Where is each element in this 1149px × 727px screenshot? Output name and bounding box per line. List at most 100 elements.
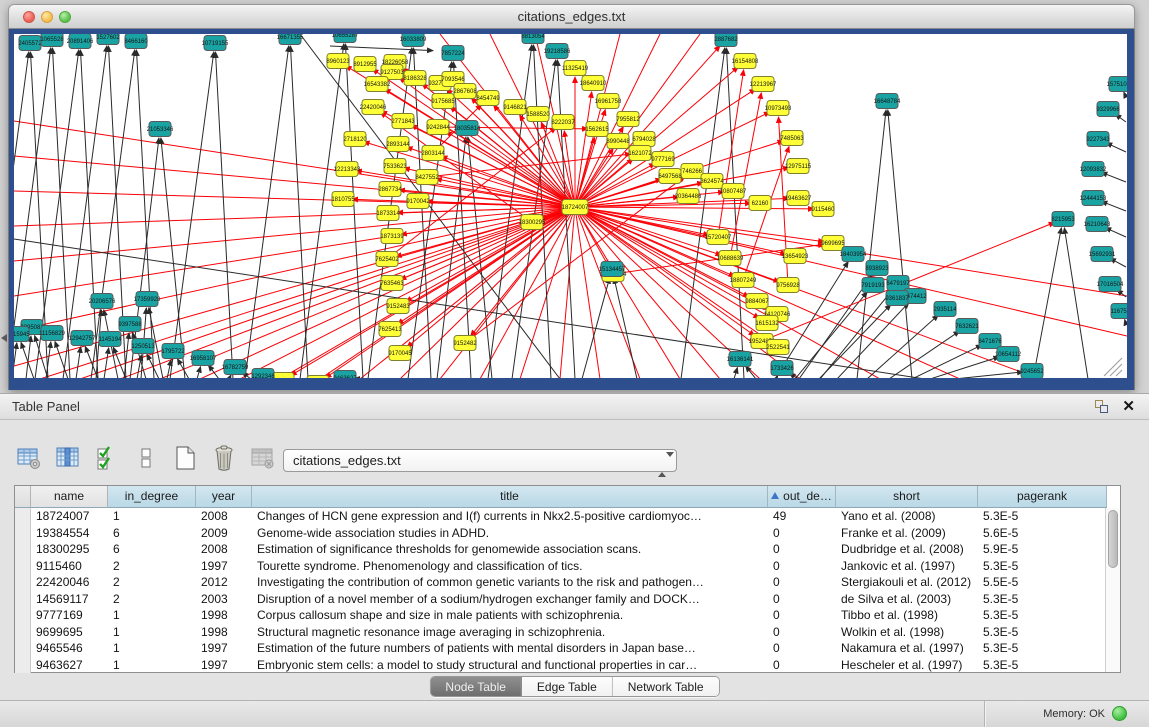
table-row[interactable]: 1938455462009Genome-wide association stu… bbox=[15, 525, 1120, 542]
cell-year[interactable]: 1998 bbox=[196, 607, 252, 624]
graph-edge[interactable] bbox=[446, 132, 575, 207]
cell-short[interactable]: Nakamura et al. (1997) bbox=[836, 640, 978, 657]
column-header-title[interactable]: title bbox=[252, 486, 768, 508]
graph-edge[interactable] bbox=[888, 110, 912, 378]
cell-name[interactable]: 18724007 bbox=[31, 508, 108, 525]
graph-edge[interactable] bbox=[746, 366, 756, 378]
table-row[interactable]: 2242004622012Investigating the contribut… bbox=[15, 574, 1120, 591]
close-panel-icon[interactable]: ✕ bbox=[1122, 397, 1135, 415]
graph-node[interactable] bbox=[307, 376, 329, 379]
cell-pagerank[interactable]: 5.3E-5 bbox=[978, 591, 1107, 608]
cell-title[interactable]: Tourette syndrome. Phenomenology and cla… bbox=[252, 558, 768, 575]
cell-name[interactable]: 9115460 bbox=[31, 558, 108, 575]
cell-short[interactable]: Tibbo et al. (1998) bbox=[836, 607, 978, 624]
cell-in_degree[interactable]: 6 bbox=[108, 541, 196, 558]
graph-edge[interactable] bbox=[718, 70, 744, 237]
cell-out_degree[interactable]: 0 bbox=[768, 525, 836, 542]
graph-edge[interactable] bbox=[954, 372, 1023, 378]
graph-edge[interactable] bbox=[889, 331, 960, 378]
scrollbar-thumb[interactable] bbox=[1108, 510, 1118, 568]
select-all-icon[interactable] bbox=[92, 444, 122, 472]
table-settings-icon[interactable] bbox=[14, 444, 44, 472]
graph-edge[interactable] bbox=[1101, 201, 1126, 211]
graph-edge[interactable] bbox=[575, 34, 620, 207]
graph-edge[interactable] bbox=[197, 367, 201, 378]
cell-in_degree[interactable]: 1 bbox=[108, 624, 196, 641]
cell-year[interactable]: 1997 bbox=[196, 657, 252, 674]
new-table-icon[interactable] bbox=[170, 444, 200, 472]
graph-edge[interactable] bbox=[575, 207, 680, 378]
graph-edge[interactable] bbox=[208, 365, 219, 378]
cell-title[interactable]: Estimation of significance thresholds fo… bbox=[252, 541, 768, 558]
cell-in_degree[interactable]: 2 bbox=[108, 591, 196, 608]
graph-edge[interactable] bbox=[734, 368, 737, 378]
graph-edge[interactable] bbox=[290, 46, 308, 378]
cell-short[interactable]: de Silva et al. (2003) bbox=[836, 591, 978, 608]
memory-ok-indicator[interactable] bbox=[1112, 706, 1127, 721]
cell-out_degree[interactable]: 0 bbox=[768, 607, 836, 624]
cell-out_degree[interactable]: 0 bbox=[768, 574, 836, 591]
cell-in_degree[interactable]: 6 bbox=[108, 525, 196, 542]
graph-edge[interactable] bbox=[407, 207, 575, 347]
cell-name[interactable]: 18300295 bbox=[31, 541, 108, 558]
cell-pagerank[interactable]: 5.3E-5 bbox=[978, 657, 1107, 674]
cell-in_degree[interactable]: 1 bbox=[108, 607, 196, 624]
cell-pagerank[interactable]: 5.9E-5 bbox=[978, 541, 1107, 558]
table-row[interactable]: 977716911998Corpus callosum shape and si… bbox=[15, 607, 1120, 624]
graph-edge[interactable] bbox=[930, 357, 999, 378]
table-row[interactable]: 1872400712008Changes of HCN gene express… bbox=[15, 508, 1120, 525]
cell-pagerank[interactable]: 5.3E-5 bbox=[978, 607, 1107, 624]
graph-edge[interactable] bbox=[345, 44, 363, 378]
cell-year[interactable]: 2012 bbox=[196, 574, 252, 591]
cell-out_degree[interactable]: 0 bbox=[768, 558, 836, 575]
column-header-in_degree[interactable]: in_degree bbox=[108, 486, 196, 508]
cell-out_degree[interactable]: 0 bbox=[768, 541, 836, 558]
window-titlebar[interactable]: citations_edges.txt bbox=[8, 4, 1135, 29]
cell-short[interactable]: Franke et al. (2009) bbox=[836, 525, 978, 542]
graph-edge[interactable] bbox=[582, 278, 610, 378]
cell-year[interactable]: 1998 bbox=[196, 624, 252, 641]
graph-edge[interactable] bbox=[80, 50, 98, 378]
cell-name[interactable]: 14569117 bbox=[31, 591, 108, 608]
cell-short[interactable]: Dudbridge et al. (2008) bbox=[836, 541, 978, 558]
rows-icon[interactable] bbox=[131, 444, 161, 472]
zoom-window-button[interactable] bbox=[59, 11, 71, 23]
cell-title[interactable]: Corpus callosum shape and size in male p… bbox=[252, 607, 768, 624]
graph-edge[interactable] bbox=[614, 278, 637, 378]
cell-short[interactable]: Jankovic et al. (1997) bbox=[836, 558, 978, 575]
minimize-window-button[interactable] bbox=[41, 11, 53, 23]
select-columns-icon[interactable] bbox=[53, 444, 83, 472]
column-header-out_degree[interactable]: out_de… bbox=[768, 486, 836, 508]
graph-edge[interactable] bbox=[300, 44, 344, 378]
cell-in_degree[interactable]: 2 bbox=[108, 574, 196, 591]
cell-name[interactable]: 9699695 bbox=[31, 624, 108, 641]
column-header-short[interactable]: short bbox=[836, 486, 978, 508]
cell-title[interactable]: Structural magnetic resonance image aver… bbox=[252, 624, 768, 641]
graph-edge[interactable] bbox=[161, 138, 185, 378]
graph-edge[interactable] bbox=[867, 315, 938, 378]
network-canvas[interactable]: 8960123891295518226058912750316543382818… bbox=[14, 34, 1127, 378]
graph-edge[interactable] bbox=[21, 342, 34, 378]
cell-out_degree[interactable]: 49 bbox=[768, 508, 836, 525]
graph-edge[interactable] bbox=[857, 110, 886, 378]
column-header-year[interactable]: year bbox=[196, 486, 252, 508]
graph-edge[interactable] bbox=[1033, 228, 1061, 378]
graph-edge[interactable] bbox=[76, 347, 81, 378]
cell-year[interactable]: 1997 bbox=[196, 558, 252, 575]
cell-name[interactable]: 19384554 bbox=[31, 525, 108, 542]
cell-name[interactable]: 9465546 bbox=[31, 640, 108, 657]
cell-year[interactable]: 2003 bbox=[196, 591, 252, 608]
graph-edge[interactable] bbox=[1125, 320, 1126, 324]
cell-short[interactable]: Hescheler et al. (1997) bbox=[836, 657, 978, 674]
graph-edge[interactable] bbox=[730, 93, 761, 258]
cell-title[interactable]: Changes of HCN gene expression and I(f) … bbox=[252, 508, 768, 525]
graph-edge[interactable] bbox=[14, 343, 17, 378]
delete-table-icon[interactable] bbox=[209, 444, 239, 472]
cell-name[interactable]: 9777169 bbox=[31, 607, 108, 624]
graph-edge[interactable] bbox=[1124, 92, 1126, 97]
cell-pagerank[interactable]: 5.3E-5 bbox=[978, 624, 1107, 641]
table-selector-dropdown[interactable]: citations_edges.txt bbox=[283, 449, 677, 472]
cell-out_degree[interactable]: 0 bbox=[768, 640, 836, 657]
tab-node-table[interactable]: Node Table bbox=[430, 677, 522, 696]
cell-pagerank[interactable]: 5.3E-5 bbox=[978, 558, 1107, 575]
